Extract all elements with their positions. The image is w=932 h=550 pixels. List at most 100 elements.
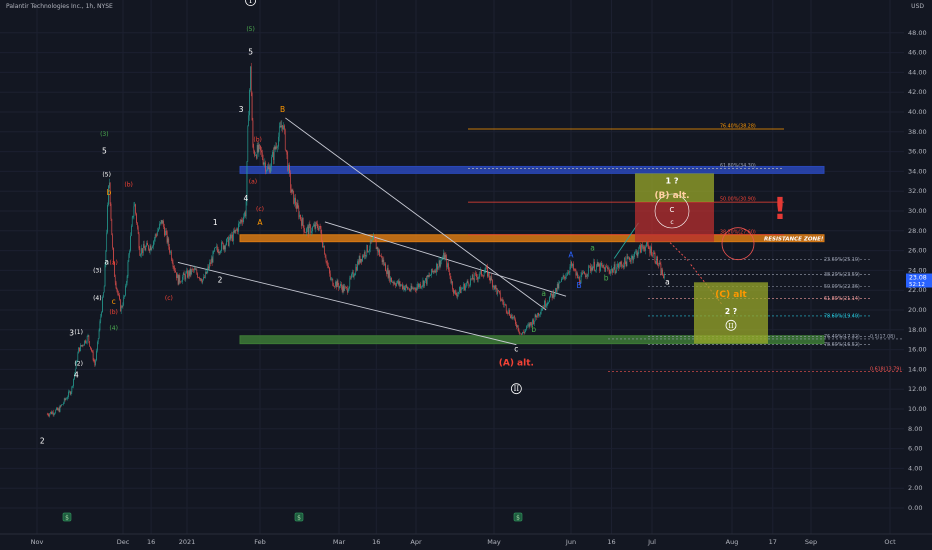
candle-body (476, 273, 477, 277)
candle-body (164, 226, 165, 236)
y-tick-label: 14.00 (908, 365, 927, 373)
candle-body (182, 276, 183, 282)
candle-body (409, 288, 410, 291)
y-axis[interactable]: 48.00 46.00 44.00 42.00 40.00 38.00 36.00 34.00… (904, 0, 932, 550)
candle-body (373, 235, 374, 240)
candle-body (281, 125, 283, 128)
candle-body (607, 268, 609, 270)
candle-body (270, 166, 272, 173)
candle-body (644, 249, 646, 251)
candle-body (431, 268, 432, 276)
candle-body (517, 325, 519, 331)
x-axis[interactable]: Nov Dec 16 2021 Feb Mar 16 Apr May Jun 16 Jul Aug 17 S… (0, 533, 932, 550)
candle-body (550, 292, 551, 298)
candle-body (623, 265, 624, 268)
candle-body (465, 285, 466, 291)
candle-body (88, 335, 90, 342)
candle-body (332, 278, 334, 286)
candle-body (244, 212, 245, 217)
wave-label: (b) (253, 137, 262, 144)
candle-body (438, 260, 440, 267)
candle-body (210, 258, 212, 264)
candle-body (633, 257, 635, 261)
candle-body (176, 274, 178, 279)
candle-body (192, 269, 193, 270)
candle-body (301, 219, 302, 226)
candle-body (511, 314, 512, 319)
candle-body (268, 167, 270, 169)
candle-body (129, 250, 130, 255)
candle-body (312, 226, 314, 227)
candle-body (569, 266, 571, 273)
candle-body (397, 280, 398, 283)
wave-label: 2 (218, 275, 223, 284)
candle-body (143, 243, 145, 249)
candle-body (621, 263, 623, 267)
candle-body (238, 223, 239, 232)
candle-body (435, 270, 436, 273)
candle-body (335, 281, 337, 288)
x-tick-label: 16 (147, 538, 155, 546)
candle-body (170, 251, 171, 253)
wave-label: 3 (239, 105, 244, 114)
candle-body (658, 265, 659, 266)
candle-body (300, 214, 301, 220)
candle-body (87, 335, 89, 337)
candle-body (610, 270, 612, 274)
candle-body (508, 310, 510, 314)
candle-body (201, 280, 203, 283)
candle-body (368, 251, 369, 253)
candle-body (178, 275, 180, 285)
candle-body (407, 286, 408, 290)
candle-body (333, 285, 334, 287)
candle-body (135, 204, 136, 214)
x-axis-panel[interactable] (0, 534, 932, 550)
candle-body (404, 287, 406, 290)
y-tick-label: 0.00 (908, 504, 922, 512)
candle-body (127, 261, 129, 277)
candle-body (426, 275, 428, 284)
candle-body (421, 285, 423, 287)
candle-body (420, 283, 421, 288)
candle-body (651, 246, 652, 256)
candle-body (567, 272, 568, 276)
candle-body (396, 282, 397, 287)
candle-body (574, 269, 576, 271)
candle-body (634, 252, 635, 258)
candle-body (375, 241, 377, 250)
candle-body (628, 257, 629, 259)
candle-body (408, 288, 409, 290)
candle-body (175, 270, 176, 273)
x-tick-label: May (487, 538, 501, 546)
candle-body (497, 290, 499, 294)
candle-body (550, 292, 552, 295)
x-tick-label: 17 (769, 538, 777, 546)
candle-body (320, 226, 322, 233)
candle-body (183, 272, 185, 276)
candle-body (243, 216, 244, 223)
candle-body (440, 260, 442, 267)
fib-label: 0.618(13.79) (870, 366, 901, 372)
price-chart[interactable]: RESISTANCE ZONE! 76.40%(38.28) 61.80%(34.… (0, 0, 932, 550)
candle-body (590, 267, 592, 272)
candle-body (207, 266, 209, 271)
candle-body (455, 292, 457, 296)
candle-body (578, 276, 579, 279)
candle-body (613, 269, 614, 273)
candle-body (51, 411, 52, 415)
candle-body (422, 280, 424, 286)
candle-body (106, 232, 108, 251)
candle-body (339, 286, 340, 289)
candle-body (473, 279, 475, 281)
candle-body (469, 285, 470, 287)
y-tick-label: 4.00 (908, 464, 922, 472)
candle-body (98, 330, 100, 339)
candle-body (443, 252, 445, 260)
candle-body (392, 282, 393, 283)
wave-label: 5 (248, 48, 253, 57)
candle-body (271, 157, 272, 167)
candle-body (128, 254, 130, 262)
candle-body (275, 146, 277, 150)
candle-body (247, 126, 249, 162)
candle-body (470, 278, 471, 286)
